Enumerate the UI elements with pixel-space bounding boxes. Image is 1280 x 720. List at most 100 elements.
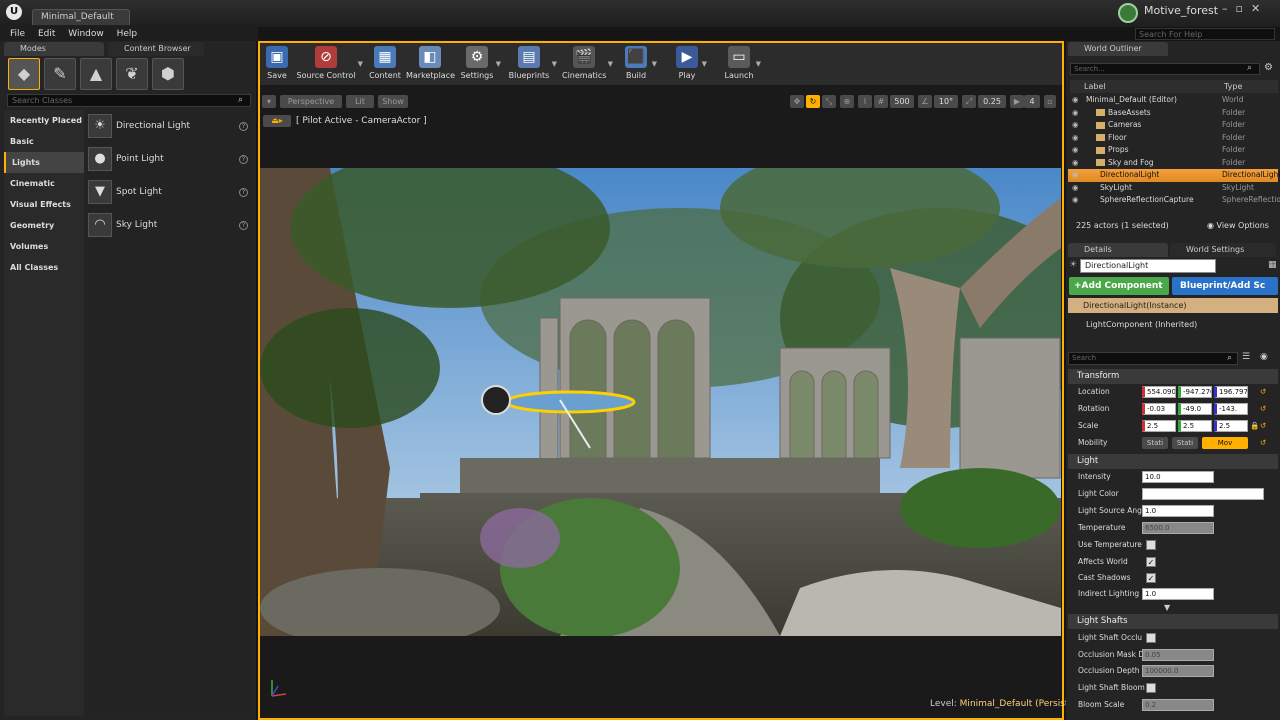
category-geometry[interactable]: Geometry bbox=[4, 215, 84, 236]
visibility-eye-icon[interactable]: ◉ bbox=[1072, 107, 1079, 120]
rotation-y[interactable]: -49.0 bbox=[1178, 403, 1212, 415]
indirect-lighting-field[interactable]: 1.0 bbox=[1142, 588, 1214, 600]
outliner-options-icon[interactable]: ⚙ bbox=[1264, 62, 1273, 73]
scale-snap-icon[interactable]: ⤢ bbox=[962, 95, 976, 108]
expand-advanced-icon[interactable]: ▼ bbox=[1164, 603, 1170, 612]
placeable-spot-light[interactable]: ▼ Spot Light? bbox=[86, 176, 252, 209]
reset-icon[interactable]: ↺ bbox=[1260, 418, 1266, 434]
tab-modes[interactable]: Modes bbox=[4, 42, 104, 56]
level-tab[interactable]: Minimal_Default bbox=[32, 9, 130, 25]
tab-details[interactable]: Details bbox=[1068, 243, 1168, 257]
section-transform[interactable]: Transform bbox=[1068, 369, 1278, 384]
location-y[interactable]: -947.270 bbox=[1178, 386, 1212, 398]
category-volumes[interactable]: Volumes bbox=[4, 236, 84, 257]
shaft-occlusion-checkbox[interactable] bbox=[1146, 633, 1156, 643]
eject-pilot-icon[interactable]: ⏏▸ bbox=[263, 115, 291, 127]
visibility-eye-icon[interactable]: ◉ bbox=[1072, 169, 1079, 182]
build-button[interactable]: ⬛ Build ▼ bbox=[622, 46, 657, 80]
grid-view-icon[interactable]: ☰ bbox=[1242, 352, 1250, 362]
visibility-eye-icon[interactable]: ◉ bbox=[1072, 94, 1079, 107]
menu-window[interactable]: Window bbox=[68, 27, 104, 41]
rotation-snap-value[interactable]: 10° bbox=[934, 95, 958, 108]
reset-icon[interactable]: ↺ bbox=[1260, 435, 1266, 451]
use-temperature-checkbox[interactable] bbox=[1146, 540, 1156, 550]
source-control-button[interactable]: ⊘ Source Control ▼ bbox=[296, 46, 363, 80]
details-search-input[interactable]: Search bbox=[1068, 352, 1238, 365]
visibility-eye-icon[interactable]: ◉ bbox=[1072, 182, 1079, 195]
perspective-button[interactable]: Perspective bbox=[280, 95, 342, 108]
search-classes-input[interactable]: Search Classes bbox=[7, 94, 251, 107]
tab-world-outliner[interactable]: World Outliner bbox=[1068, 42, 1168, 56]
col-type[interactable]: Type bbox=[1224, 80, 1242, 93]
placeable-sky-light[interactable]: ◠ Sky Light? bbox=[86, 209, 252, 242]
outliner-row[interactable]: ◉ Floor Folder bbox=[1068, 132, 1278, 145]
outliner-search-input[interactable]: Search... bbox=[1070, 63, 1260, 75]
location-z[interactable]: 196.7976 bbox=[1214, 386, 1248, 398]
mobility-movable-button[interactable]: Mov bbox=[1202, 437, 1248, 449]
paint-mode-icon[interactable]: ✎ bbox=[44, 58, 76, 90]
section-light[interactable]: Light bbox=[1068, 454, 1278, 469]
reset-icon[interactable]: ↺ bbox=[1260, 401, 1266, 417]
category-recently-placed[interactable]: Recently Placed bbox=[4, 110, 84, 131]
grid-snap-value[interactable]: 500 bbox=[890, 95, 914, 108]
rotation-snap-icon[interactable]: ∠ bbox=[918, 95, 932, 108]
tab-content-browser[interactable]: Content Browser bbox=[108, 42, 204, 56]
outliner-row-selected[interactable]: ◉ DirectionalLight DirectionalLight bbox=[1068, 169, 1280, 182]
scale-snap-value[interactable]: 0.25 bbox=[978, 95, 1006, 108]
foliage-mode-icon[interactable]: ❦ bbox=[116, 58, 148, 90]
outliner-row[interactable]: ◉ Minimal_Default (Editor) World bbox=[1068, 94, 1278, 107]
scale-x[interactable]: 2.5 bbox=[1142, 420, 1176, 432]
translate-tool-icon[interactable]: ✥ bbox=[790, 95, 804, 108]
mobility-stationary-button[interactable]: Stati bbox=[1172, 437, 1198, 449]
viewport-menu-button[interactable]: ▾ bbox=[262, 95, 276, 108]
rotation-z[interactable]: -143. bbox=[1214, 403, 1248, 415]
location-x[interactable]: 554.0907 bbox=[1142, 386, 1176, 398]
lit-button[interactable]: Lit bbox=[346, 95, 374, 108]
outliner-row[interactable]: ◉ SkyLight SkyLight bbox=[1068, 182, 1278, 195]
cinematics-button[interactable]: 🎬 Cinematics ▼ bbox=[562, 46, 613, 80]
outliner-row[interactable]: ◉ Props Folder bbox=[1068, 144, 1278, 157]
help-icon[interactable]: ? bbox=[239, 122, 248, 131]
reset-icon[interactable]: ↺ bbox=[1260, 384, 1266, 400]
visibility-eye-icon[interactable]: ◉ bbox=[1072, 119, 1079, 132]
placeable-directional-light[interactable]: ☀ Directional Light? bbox=[86, 110, 252, 143]
col-label[interactable]: Label bbox=[1084, 80, 1106, 93]
settings-button[interactable]: ⚙ Settings ▼ bbox=[460, 46, 501, 80]
actor-name-field[interactable]: DirectionalLight bbox=[1080, 259, 1216, 273]
marketplace-button[interactable]: ◧ Marketplace bbox=[406, 46, 455, 80]
help-icon[interactable]: ? bbox=[239, 188, 248, 197]
outliner-row[interactable]: ◉ SphereReflectionCapture SphereReflectio bbox=[1068, 194, 1280, 207]
category-lights[interactable]: Lights bbox=[4, 152, 84, 173]
temperature-field[interactable]: 6500.0 bbox=[1142, 522, 1214, 534]
placeable-point-light[interactable]: ● Point Light? bbox=[86, 143, 252, 176]
surface-snap-icon[interactable]: ⌇ bbox=[858, 95, 872, 108]
place-mode-icon[interactable]: ◆ bbox=[8, 58, 40, 90]
maximize-viewport-icon[interactable]: ▫ bbox=[1044, 95, 1056, 108]
window-controls[interactable]: –▫✕ bbox=[1222, 2, 1268, 15]
save-button[interactable]: ▣ Save bbox=[264, 46, 290, 80]
category-cinematic[interactable]: Cinematic bbox=[4, 173, 84, 194]
cast-shadows-checkbox[interactable]: ✓ bbox=[1146, 573, 1156, 583]
lock-icon[interactable]: ▦ bbox=[1268, 260, 1277, 270]
add-component-button[interactable]: +Add Component bbox=[1069, 277, 1169, 295]
outliner-row[interactable]: ◉ Sky and Fog Folder bbox=[1068, 157, 1278, 170]
menu-edit[interactable]: Edit bbox=[38, 27, 55, 41]
category-all-classes[interactable]: All Classes bbox=[4, 257, 84, 278]
mobility-static-button[interactable]: Stati bbox=[1142, 437, 1168, 449]
outliner-row[interactable]: ◉ BaseAssets Folder bbox=[1068, 107, 1278, 120]
shaft-bloom-checkbox[interactable] bbox=[1146, 683, 1156, 693]
visibility-eye-icon[interactable]: ◉ bbox=[1072, 132, 1079, 145]
light-color-swatch[interactable] bbox=[1142, 488, 1264, 500]
section-light-shafts[interactable]: Light Shafts bbox=[1068, 614, 1278, 629]
source-angle-field[interactable]: 1.0 bbox=[1142, 505, 1214, 517]
component-instance-row[interactable]: DirectionalLight(Instance) bbox=[1068, 298, 1278, 313]
blueprint-add-script-button[interactable]: Blueprint/Add Sc bbox=[1172, 277, 1278, 295]
play-button[interactable]: ▶ Play ▼ bbox=[674, 46, 707, 80]
category-basic[interactable]: Basic bbox=[4, 131, 84, 152]
visibility-eye-icon[interactable]: ◉ bbox=[1072, 144, 1079, 157]
help-icon[interactable]: ? bbox=[239, 155, 248, 164]
bloom-scale-field[interactable]: 0.2 bbox=[1142, 699, 1214, 711]
rotation-x[interactable]: -0.03 bbox=[1142, 403, 1176, 415]
scale-tool-icon[interactable]: ⤡ bbox=[822, 95, 836, 108]
help-icon[interactable]: ? bbox=[239, 221, 248, 230]
